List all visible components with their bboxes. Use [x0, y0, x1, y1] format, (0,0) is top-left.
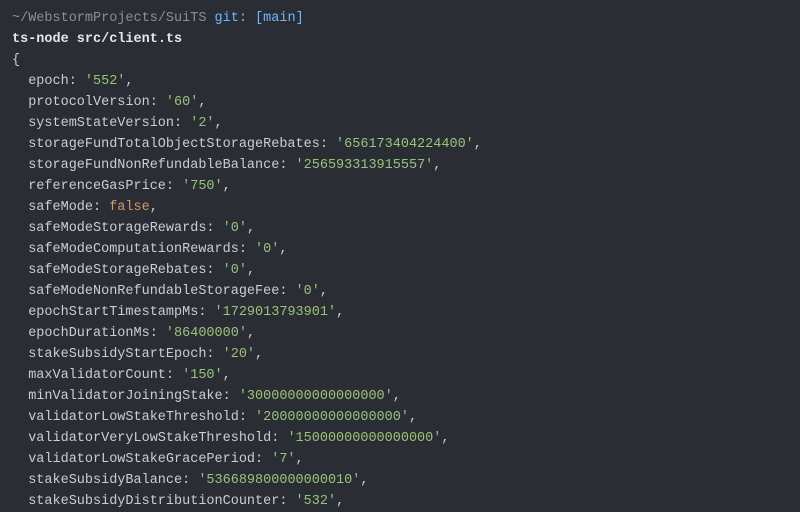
output-line: stakeSubsidyBalance: '536689800000000010…	[12, 470, 788, 491]
output-line: referenceGasPrice: '750',	[12, 176, 788, 197]
output-line: minValidatorJoiningStake: '3000000000000…	[12, 386, 788, 407]
output-key: validatorVeryLowStakeThreshold	[28, 431, 271, 446]
output-key: safeModeStorageRebates	[28, 263, 206, 278]
output-line: epoch: '552',	[12, 71, 788, 92]
output-line: validatorLowStakeThreshold: '20000000000…	[12, 407, 788, 428]
output-line: safeModeStorageRebates: '0',	[12, 260, 788, 281]
output-line: validatorVeryLowStakeThreshold: '1500000…	[12, 428, 788, 449]
output-value: '20'	[223, 347, 255, 362]
output-line: maxValidatorCount: '150',	[12, 365, 788, 386]
output-value: '536689800000000010'	[198, 473, 360, 488]
output-line: stakeSubsidyDistributionCounter: '532',	[12, 491, 788, 512]
output-value: '0'	[223, 263, 247, 278]
output-key: safeMode	[28, 200, 93, 215]
output-line: protocolVersion: '60',	[12, 92, 788, 113]
output-line: safeMode: false,	[12, 197, 788, 218]
output-key: epochDurationMs	[28, 326, 150, 341]
output-key: stakeSubsidyBalance	[28, 473, 182, 488]
output-key: protocolVersion	[28, 95, 150, 110]
output-value: '0'	[296, 284, 320, 299]
prompt-git-label: git:	[215, 11, 247, 26]
output-line: epochDurationMs: '86400000',	[12, 323, 788, 344]
output-value: '30000000000000000'	[239, 389, 393, 404]
output-key: storageFundTotalObjectStorageRebates	[28, 137, 320, 152]
output-value: '0'	[255, 242, 279, 257]
terminal-window[interactable]: ~/WebstormProjects/SuiTS git: [main] ts-…	[0, 0, 800, 512]
output-key: safeModeStorageRewards	[28, 221, 206, 236]
output-line: systemStateVersion: '2',	[12, 113, 788, 134]
output-line: stakeSubsidyStartEpoch: '20',	[12, 344, 788, 365]
output-value: '0'	[223, 221, 247, 236]
output-value: '20000000000000000'	[255, 410, 409, 425]
output-value: '60'	[166, 95, 198, 110]
output-object-body: epoch: '552', protocolVersion: '60', sys…	[12, 71, 788, 512]
prompt-git-branch: [main]	[255, 11, 304, 26]
output-line: validatorLowStakeGracePeriod: '7',	[12, 449, 788, 470]
output-key: stakeSubsidyDistributionCounter	[28, 494, 279, 509]
output-key: minValidatorJoiningStake	[28, 389, 222, 404]
shell-prompt: ~/WebstormProjects/SuiTS git: [main]	[12, 8, 788, 29]
output-key: maxValidatorCount	[28, 368, 166, 383]
output-value: '150'	[182, 368, 223, 383]
output-value: '750'	[182, 179, 223, 194]
output-key: referenceGasPrice	[28, 179, 166, 194]
output-line: safeModeComputationRewards: '0',	[12, 239, 788, 260]
output-value: '15000000000000000'	[287, 431, 441, 446]
output-line: storageFundTotalObjectStorageRebates: '6…	[12, 134, 788, 155]
output-key: epochStartTimestampMs	[28, 305, 198, 320]
output-line: epochStartTimestampMs: '1729013793901',	[12, 302, 788, 323]
output-line: safeModeStorageRewards: '0',	[12, 218, 788, 239]
output-key: storageFundNonRefundableBalance	[28, 158, 279, 173]
output-value: '1729013793901'	[215, 305, 337, 320]
output-value: '656173404224400'	[336, 137, 474, 152]
output-value: '2'	[190, 116, 214, 131]
output-key: validatorLowStakeThreshold	[28, 410, 239, 425]
output-value: '256593313915557'	[296, 158, 434, 173]
output-key: safeModeComputationRewards	[28, 242, 239, 257]
output-key: validatorLowStakeGracePeriod	[28, 452, 255, 467]
output-key: safeModeNonRefundableStorageFee	[28, 284, 279, 299]
output-key: stakeSubsidyStartEpoch	[28, 347, 206, 362]
output-value: '552'	[85, 74, 126, 89]
output-open-brace: {	[12, 50, 788, 71]
output-line: safeModeNonRefundableStorageFee: '0',	[12, 281, 788, 302]
shell-command: ts-node src/client.ts	[12, 29, 788, 50]
output-line: storageFundNonRefundableBalance: '256593…	[12, 155, 788, 176]
output-value: '532'	[296, 494, 337, 509]
output-value: false	[109, 200, 150, 215]
output-value: '86400000'	[166, 326, 247, 341]
output-value: '7'	[271, 452, 295, 467]
output-key: systemStateVersion	[28, 116, 174, 131]
prompt-path: ~/WebstormProjects/SuiTS	[12, 11, 206, 26]
output-key: epoch	[28, 74, 69, 89]
